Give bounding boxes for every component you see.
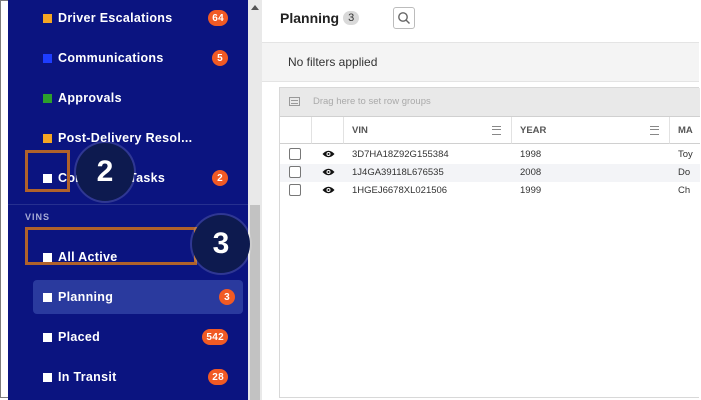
eye-icon[interactable] bbox=[322, 149, 335, 159]
category-square-icon bbox=[43, 292, 52, 302]
cell-make: Toy bbox=[678, 149, 693, 160]
highlight-box-step-3 bbox=[25, 227, 197, 265]
scroll-up-icon[interactable] bbox=[251, 5, 259, 10]
sidebar: Driver Escalations 64 Communications 5 A… bbox=[8, 0, 248, 400]
count-badge: 542 bbox=[202, 329, 228, 345]
highlight-box-step-2 bbox=[25, 150, 70, 192]
category-square-icon bbox=[43, 93, 52, 103]
header-eye-cell bbox=[312, 117, 344, 144]
cell-year: 1999 bbox=[520, 185, 542, 196]
section-label-vins: VINS bbox=[25, 212, 51, 222]
filter-status: No filters applied bbox=[288, 55, 378, 69]
eye-icon[interactable] bbox=[322, 185, 335, 195]
sidebar-scrollbar[interactable] bbox=[248, 0, 262, 400]
count-badge: 64 bbox=[208, 10, 228, 26]
row-checkbox[interactable] bbox=[289, 148, 301, 160]
count-badge: 28 bbox=[208, 369, 228, 385]
cell-vin: 1J4GA39118L676535 bbox=[352, 167, 444, 178]
category-square-icon bbox=[43, 53, 52, 63]
page-header: Planning 3 bbox=[280, 10, 360, 26]
category-square-icon bbox=[43, 13, 52, 23]
row-group-icon bbox=[289, 97, 300, 106]
row-group-hint: Drag here to set row groups bbox=[313, 96, 431, 107]
column-menu-icon[interactable] bbox=[650, 126, 659, 135]
cell-make: Ch bbox=[678, 185, 691, 196]
category-square-icon bbox=[43, 133, 52, 143]
table-row[interactable]: 1J4GA39118L676535 2008 Do bbox=[280, 164, 700, 182]
eye-icon[interactable] bbox=[322, 167, 335, 177]
column-menu-icon[interactable] bbox=[492, 126, 501, 135]
column-header-make[interactable]: MA bbox=[670, 117, 700, 144]
header-checkbox-cell bbox=[280, 117, 312, 144]
search-button[interactable] bbox=[393, 7, 415, 29]
sidebar-item-communications[interactable]: Communications 5 bbox=[8, 41, 248, 75]
scrollbar-thumb[interactable] bbox=[250, 205, 260, 400]
row-checkbox[interactable] bbox=[289, 166, 301, 178]
step-marker-3: 3 bbox=[192, 215, 250, 273]
row-checkbox[interactable] bbox=[289, 184, 301, 196]
step-marker-2: 2 bbox=[76, 143, 134, 201]
sidebar-item-approvals[interactable]: Approvals bbox=[8, 81, 248, 115]
page-title: Planning bbox=[280, 10, 340, 26]
cell-year: 1998 bbox=[520, 149, 542, 160]
main-panel: Planning 3 No filters applied Drag here … bbox=[262, 0, 700, 398]
category-square-icon bbox=[43, 332, 52, 342]
sidebar-item-driver-escalations[interactable]: Driver Escalations 64 bbox=[8, 1, 248, 35]
sidebar-item-placed[interactable]: Placed 542 bbox=[8, 320, 248, 354]
filter-bar: No filters applied bbox=[262, 42, 699, 82]
sidebar-item-planning[interactable]: Planning 3 bbox=[33, 280, 243, 314]
row-group-panel[interactable]: Drag here to set row groups bbox=[280, 88, 700, 117]
column-header-vin[interactable]: VIN bbox=[344, 117, 512, 144]
search-icon bbox=[398, 12, 410, 24]
category-square-icon bbox=[43, 372, 52, 382]
count-chip: 3 bbox=[343, 11, 360, 25]
count-badge: 2 bbox=[212, 170, 228, 186]
data-grid: Drag here to set row groups VIN YEAR MA … bbox=[279, 87, 700, 398]
column-header-year[interactable]: YEAR bbox=[512, 117, 670, 144]
count-badge: 3 bbox=[219, 289, 235, 305]
cell-vin: 3D7HA18Z92G155384 bbox=[352, 149, 449, 160]
table-row[interactable]: 3D7HA18Z92G155384 1998 Toy bbox=[280, 146, 700, 164]
table-row[interactable]: 1HGEJ6678XL021506 1999 Ch bbox=[280, 182, 700, 200]
count-badge: 5 bbox=[212, 50, 228, 66]
sidebar-divider bbox=[8, 204, 248, 205]
sidebar-item-in-transit[interactable]: In Transit 28 bbox=[8, 360, 248, 394]
cell-year: 2008 bbox=[520, 167, 542, 178]
cell-vin: 1HGEJ6678XL021506 bbox=[352, 185, 448, 196]
cell-make: Do bbox=[678, 167, 691, 178]
